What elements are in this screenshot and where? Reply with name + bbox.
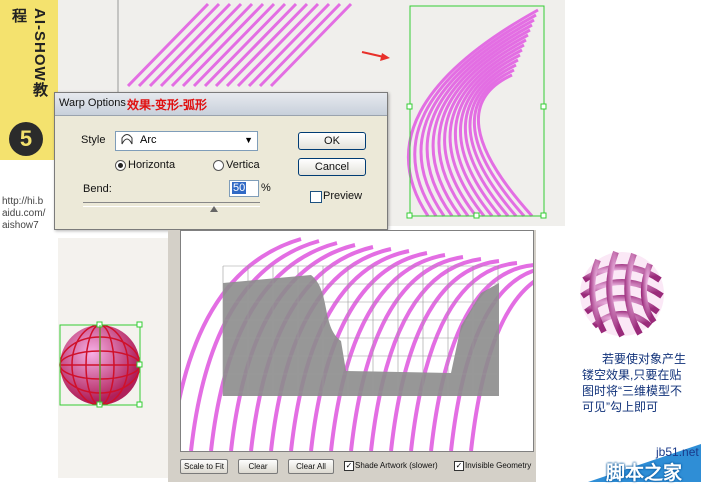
bend-unit: % (261, 182, 271, 194)
bend-slider-thumb[interactable] (210, 206, 218, 212)
tip-text: 若要使对象产生镂空效果,只要在贴图时将“三维模型不可见”勾上即可 (582, 352, 687, 414)
artboard-bottom-left (58, 238, 168, 478)
watermark-url: jb51.net (656, 445, 699, 459)
bend-label: Bend: (83, 183, 112, 195)
radio-horizontal[interactable] (115, 160, 126, 171)
warp-options-dialog: Warp Options 效果-变形-弧形 Style Arc ▼ Horizo… (54, 92, 388, 230)
dialog-title: Warp Options (59, 97, 126, 109)
ok-button[interactable]: OK (298, 132, 366, 150)
badge-title: AI-SHOW教程 (10, 8, 48, 98)
bend-input[interactable]: 50 (229, 180, 259, 197)
wireframe-sphere-selected (59, 321, 143, 408)
style-label: Style (81, 134, 106, 146)
scale-to-fit-button[interactable]: Scale to Fit (180, 459, 228, 474)
map-art-panel: Scale to Fit Clear Clear All ✓ Shade Art… (168, 230, 536, 482)
cancel-button[interactable]: Cancel (298, 158, 366, 176)
preview-label: Preview (323, 190, 363, 202)
invisible-geometry-label: Invisible Geometry (465, 461, 532, 470)
preview-checkbox[interactable] (310, 191, 322, 203)
radio-selected-dot (118, 163, 123, 168)
bend-value: 50 (232, 182, 247, 194)
invisible-geometry-checkbox[interactable]: ✓ (454, 461, 464, 471)
source-url: http://hi.b aidu.com/ aishow7 (2, 196, 46, 231)
style-value: Arc (140, 134, 157, 146)
hollow-sphere-result (580, 250, 664, 338)
shade-artwork-checkbox[interactable]: ✓ (344, 461, 354, 471)
map-art-preview (180, 230, 534, 452)
clear-button[interactable]: Clear (238, 459, 278, 474)
bend-slider-track[interactable] (83, 202, 260, 207)
menu-path-annotation: 效果-变形-弧形 (127, 98, 207, 112)
radio-vertical-label: Vertica (226, 159, 260, 171)
arrow-icon (361, 51, 390, 61)
shade-artwork-label: Shade Artwork (slower) (355, 461, 438, 470)
chevron-down-icon: ▼ (244, 135, 253, 145)
clear-all-button[interactable]: Clear All (288, 459, 334, 474)
radio-horizontal-label: Horizonta (128, 159, 176, 171)
step-number: 5 (9, 122, 43, 156)
watermark-logo-text: 脚本之家 (606, 463, 683, 484)
arc-icon (121, 134, 133, 145)
mapped-artwork-preview (181, 237, 533, 451)
radio-vertical[interactable] (213, 160, 224, 171)
style-dropdown[interactable]: Arc ▼ (115, 131, 258, 151)
